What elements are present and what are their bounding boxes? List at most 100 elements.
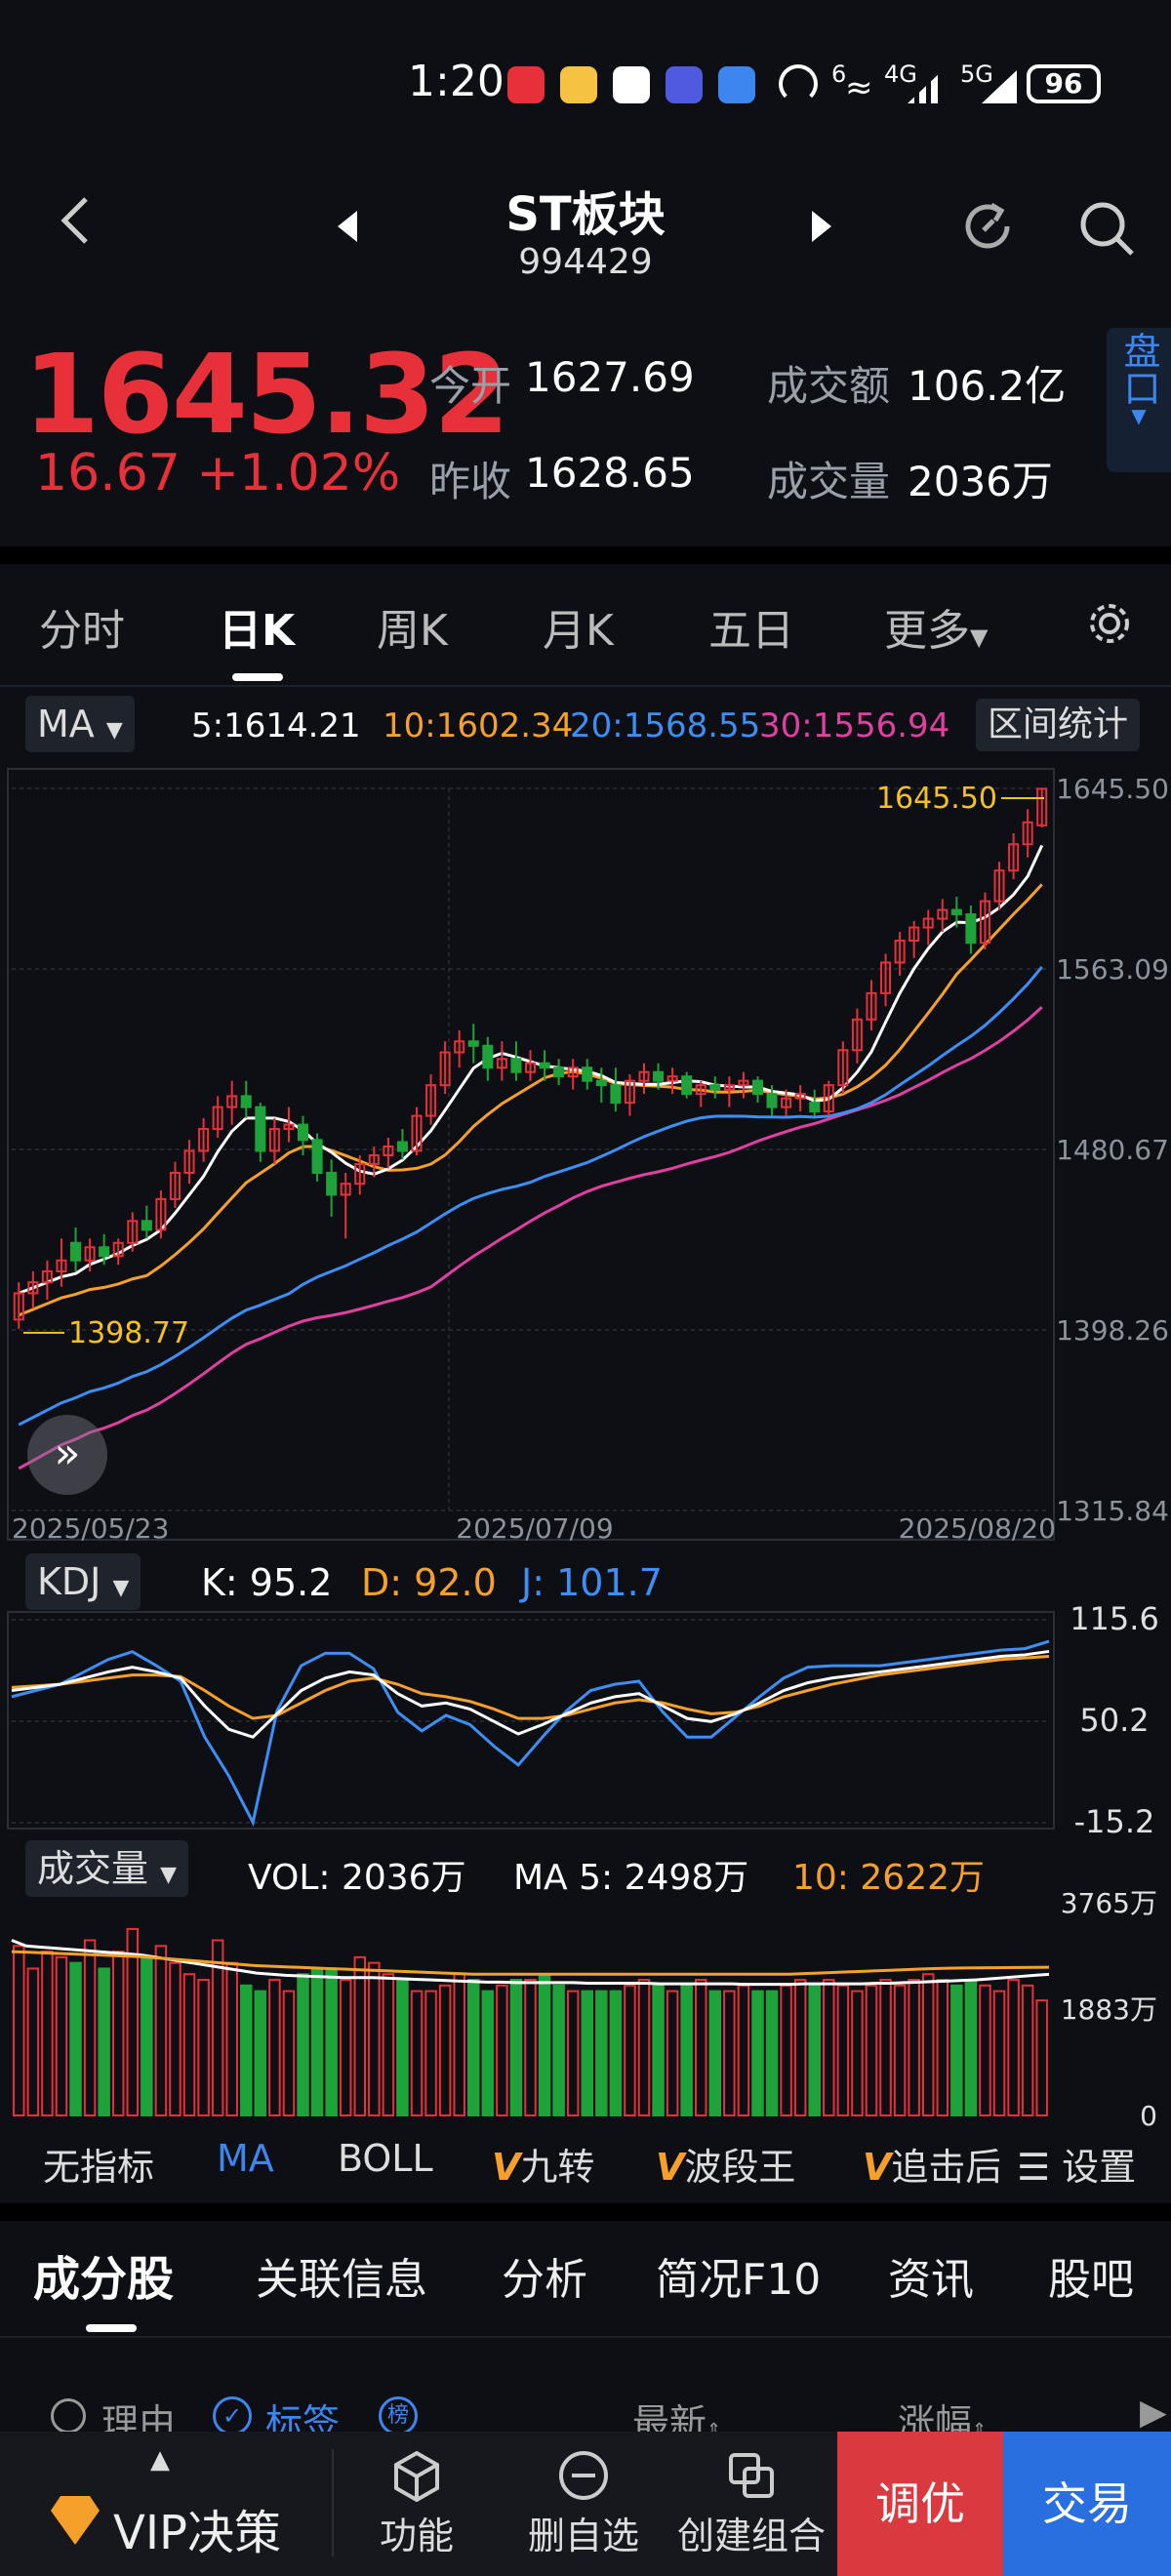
volume-bar xyxy=(55,1955,68,2116)
vol-y-tick-label: 1883万 xyxy=(1061,1993,1157,2026)
app-lightblue-icon xyxy=(718,66,755,103)
tab-related-info[interactable]: 关联信息 xyxy=(256,2244,427,2307)
ma10-value: 10:1602.34 xyxy=(383,706,574,745)
kdj-panel-frame xyxy=(7,1611,1055,1830)
vip-v-icon: V xyxy=(863,2146,892,2189)
y-tick-label: 1645.50 xyxy=(1056,773,1169,805)
kline-chart[interactable]: 1645.50 1563.09 1480.67 1398.26 1315.84 1645.… xyxy=(0,761,1171,2127)
indicator-boll[interactable]: BOLL xyxy=(338,2137,433,2180)
volume-bar xyxy=(339,1979,352,2117)
function-button[interactable]: 功能 xyxy=(334,2432,500,2576)
candle-body xyxy=(141,1220,152,1231)
vip-decision-button[interactable]: ▲ VIP决策 xyxy=(0,2432,332,2576)
indicator-none[interactable]: 无指标 xyxy=(43,2137,154,2191)
tune-button[interactable]: 调优 xyxy=(837,2432,1003,2576)
scroll-right-icon[interactable]: ▶ xyxy=(1140,2393,1167,2433)
y-tick-label: 1398.26 xyxy=(1056,1314,1169,1347)
volume-bar xyxy=(524,1979,537,2117)
indicator-boduanwang[interactable]: V波段王 xyxy=(656,2137,795,2191)
back-icon[interactable] xyxy=(57,191,96,262)
tab-weekly-k[interactable]: 周K xyxy=(377,595,448,658)
tab-monthly-k[interactable]: 月K xyxy=(543,595,614,658)
prev-close-value: 1628.65 xyxy=(525,449,695,497)
qq-icon xyxy=(613,66,650,103)
tab-f10[interactable]: 简况F10 xyxy=(656,2244,821,2307)
indicator-zhuiji[interactable]: V追击后 xyxy=(863,2137,999,2191)
volume-bar xyxy=(1021,1984,1034,2117)
ma-dropdown[interactable]: MA ▼ xyxy=(25,696,135,752)
volume-bar xyxy=(111,1951,125,2116)
volume-bar xyxy=(240,1984,253,2117)
refresh-icon[interactable] xyxy=(956,195,1019,262)
tag-checkbox-icon[interactable]: ✓ xyxy=(213,2396,252,2435)
indicator-ma[interactable]: MA xyxy=(217,2137,274,2180)
candle-body xyxy=(681,1075,693,1096)
prev-close-label: 昨收 xyxy=(429,458,512,505)
indicator-settings[interactable]: ☰ 设置 xyxy=(1013,2137,1137,2191)
volume-bar xyxy=(297,1973,309,2117)
reason-radio[interactable] xyxy=(51,2398,86,2434)
candle-body xyxy=(553,1067,565,1078)
volume-bar xyxy=(666,1990,679,2117)
caret-down-icon: ▼ xyxy=(970,624,989,651)
candle-body xyxy=(99,1246,110,1258)
x-tick-label: 2025/05/23 xyxy=(12,1512,169,1545)
tab-forum[interactable]: 股吧 xyxy=(1048,2244,1134,2307)
tab-intraday[interactable]: 分时 xyxy=(39,595,125,658)
tab-daily-k[interactable]: 日K xyxy=(219,595,295,658)
volume-value: 2036万 xyxy=(908,458,1053,505)
combo-icon xyxy=(725,2449,778,2502)
vol-y-tick-label: 0 xyxy=(1140,2100,1157,2127)
volume-bar xyxy=(396,1979,409,2117)
signal-label-1: 6 xyxy=(831,60,847,88)
candle-body xyxy=(255,1106,266,1152)
volume-bar xyxy=(538,1973,551,2117)
y-tick-label: 1315.84 xyxy=(1056,1495,1169,1527)
volume-bar xyxy=(182,1973,196,2117)
tab-constituents[interactable]: 成分股 xyxy=(33,2240,174,2309)
tab-more[interactable]: 更多▼ xyxy=(884,595,988,658)
ma-dropdown-label: MA xyxy=(37,703,95,745)
search-icon[interactable] xyxy=(1075,197,1138,263)
expand-chart-icon[interactable]: » xyxy=(27,1415,107,1495)
candle-body xyxy=(467,1040,479,1047)
vol-ma5-line xyxy=(11,1939,1050,1987)
tab-news[interactable]: 资讯 xyxy=(888,2244,974,2307)
volume-bar xyxy=(325,1967,338,2117)
volume-bar xyxy=(921,1973,935,2117)
tab-five-day[interactable]: 五日 xyxy=(708,595,794,658)
indicator-settings-label: 设置 xyxy=(1062,2146,1137,2189)
remove-watchlist-label: 删自选 xyxy=(527,2515,639,2557)
volume-bar xyxy=(793,1979,807,2117)
indicator-jiuzhuan[interactable]: V九转 xyxy=(492,2137,594,2191)
volume-bar xyxy=(410,1990,424,2117)
candle-body xyxy=(240,1095,252,1108)
volume-bar xyxy=(310,1967,324,2117)
tab-analysis[interactable]: 分析 xyxy=(502,2244,587,2307)
volume-bar xyxy=(268,1979,281,2117)
volume-bar xyxy=(453,1973,465,2117)
open-value: 1627.69 xyxy=(525,353,695,401)
settings-gear-icon[interactable] xyxy=(1085,599,1134,652)
vip-decision-label: VIP决策 xyxy=(113,2506,281,2560)
function-label: 功能 xyxy=(379,2515,454,2557)
candle-body xyxy=(396,1141,408,1152)
volume-bar xyxy=(780,1984,792,2117)
trade-button[interactable]: 交易 xyxy=(1003,2432,1171,2576)
x-tick-label: 2025/08/20 xyxy=(899,1512,1056,1545)
create-combo-label: 创建组合 xyxy=(676,2515,826,2557)
signal-label-2: 4G xyxy=(884,60,917,88)
volume-bar xyxy=(225,1961,238,2116)
pankou-button[interactable]: 盘口 ▼ xyxy=(1107,328,1171,472)
volume-bar xyxy=(936,1979,949,2117)
create-combo-button[interactable]: 创建组合 xyxy=(667,2432,835,2576)
next-stock-icon[interactable] xyxy=(808,207,835,250)
volume-bar xyxy=(908,1979,920,2117)
remove-watchlist-button[interactable]: 删自选 xyxy=(500,2432,667,2576)
prev-stock-icon[interactable] xyxy=(334,207,361,250)
rank-badge[interactable]: 榜 xyxy=(379,2396,418,2435)
volume-bar xyxy=(424,1990,437,2117)
diamond-icon xyxy=(51,2496,100,2545)
volume-bar xyxy=(438,1984,452,2117)
range-stats-button[interactable]: 区间统计 xyxy=(976,699,1141,751)
